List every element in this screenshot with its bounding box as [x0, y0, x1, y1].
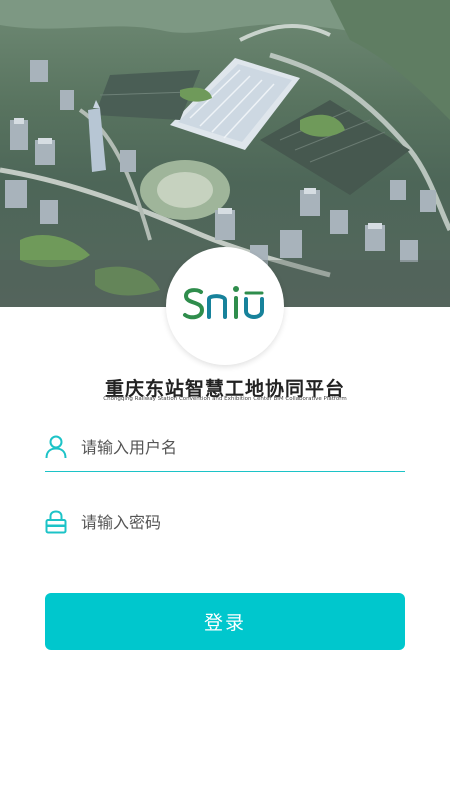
lock-icon [45, 510, 67, 534]
logo-badge [166, 247, 284, 365]
password-input[interactable] [81, 506, 401, 538]
login-button[interactable]: 登录 [45, 593, 405, 650]
password-field[interactable] [45, 498, 405, 546]
sniu-logo-icon [183, 286, 264, 320]
app-subtitle: Chongqing Railway Station Convention and… [103, 396, 347, 402]
username-input[interactable] [81, 431, 401, 463]
user-icon [45, 435, 67, 459]
username-field[interactable] [45, 423, 405, 472]
